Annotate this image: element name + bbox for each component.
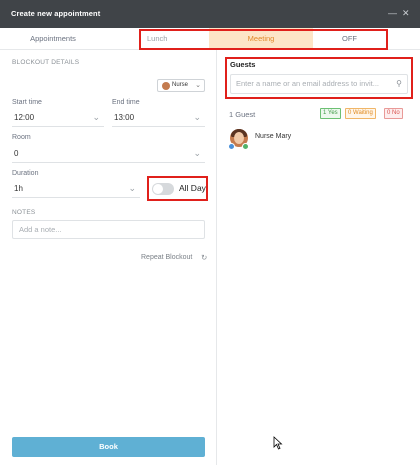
all-day-label: All Day xyxy=(179,183,206,193)
all-day-toggle[interactable] xyxy=(152,183,174,195)
tab-meeting[interactable]: Meeting xyxy=(209,28,313,50)
duration-value: 1h xyxy=(14,184,23,193)
assignee-select[interactable]: Nurse ⌄ xyxy=(157,79,205,92)
duration-select[interactable]: 1h ⌄ xyxy=(12,179,140,198)
book-button[interactable]: Book xyxy=(12,437,205,457)
appointment-type-tabs: Appointments Lunch Meeting OFF xyxy=(0,28,420,50)
repeat-blockout-link[interactable]: Repeat Blockout xyxy=(141,254,192,261)
guest-search-placeholder: Enter a name or an email address to invi… xyxy=(236,79,379,88)
tab-lunch[interactable]: Lunch xyxy=(141,28,209,50)
guest-name: Nurse Mary xyxy=(255,133,292,140)
minimize-icon[interactable]: — xyxy=(388,8,397,18)
tab-appointments[interactable]: Appointments xyxy=(0,28,106,50)
assignee-value: Nurse xyxy=(172,82,189,88)
room-select[interactable]: 0 ⌄ xyxy=(12,144,205,163)
repeat-icon[interactable]: ↻ xyxy=(201,253,207,262)
close-icon[interactable]: ✕ xyxy=(402,8,410,18)
chevron-down-icon: ⌄ xyxy=(92,112,100,122)
chevron-down-icon: ⌄ xyxy=(128,183,136,193)
title-bar: Create new appointment — ✕ xyxy=(0,0,420,28)
blockout-details-heading: BLOCKOUT DETAILS xyxy=(12,59,80,66)
start-time-select[interactable]: 12:00 ⌄ xyxy=(12,108,104,127)
guest-count: 1 Guest xyxy=(229,110,256,119)
chevron-down-icon: ⌄ xyxy=(195,82,201,89)
panel-divider xyxy=(216,50,217,465)
start-time-label: Start time xyxy=(12,99,42,106)
yes-badge: 1 Yes xyxy=(320,108,341,119)
mouse-cursor-icon xyxy=(273,436,283,450)
search-icon: ⚲ xyxy=(396,79,402,88)
check-icon xyxy=(242,143,249,150)
tab-off[interactable]: OFF xyxy=(313,28,386,50)
duration-label: Duration xyxy=(12,170,39,177)
waiting-badge: 0 Waiting xyxy=(345,108,376,119)
chevron-down-icon: ⌄ xyxy=(193,148,201,158)
end-time-value: 13:00 xyxy=(114,113,135,122)
guest-search-input[interactable]: Enter a name or an email address to invi… xyxy=(230,74,408,94)
notes-heading: NOTES xyxy=(12,209,36,216)
end-time-label: End time xyxy=(112,99,140,106)
no-badge: 0 No xyxy=(384,108,403,119)
toggle-knob xyxy=(153,184,163,194)
guests-heading: Guests xyxy=(230,60,256,69)
avatar xyxy=(162,82,170,90)
window-title: Create new appointment xyxy=(11,9,101,18)
end-time-select[interactable]: 13:00 ⌄ xyxy=(112,108,205,127)
notes-input[interactable]: Add a note... xyxy=(12,220,205,239)
chevron-down-icon: ⌄ xyxy=(193,112,201,122)
start-time-value: 12:00 xyxy=(14,113,35,122)
room-value: 0 xyxy=(14,149,19,158)
room-label: Room xyxy=(12,134,31,141)
role-icon xyxy=(228,143,235,150)
